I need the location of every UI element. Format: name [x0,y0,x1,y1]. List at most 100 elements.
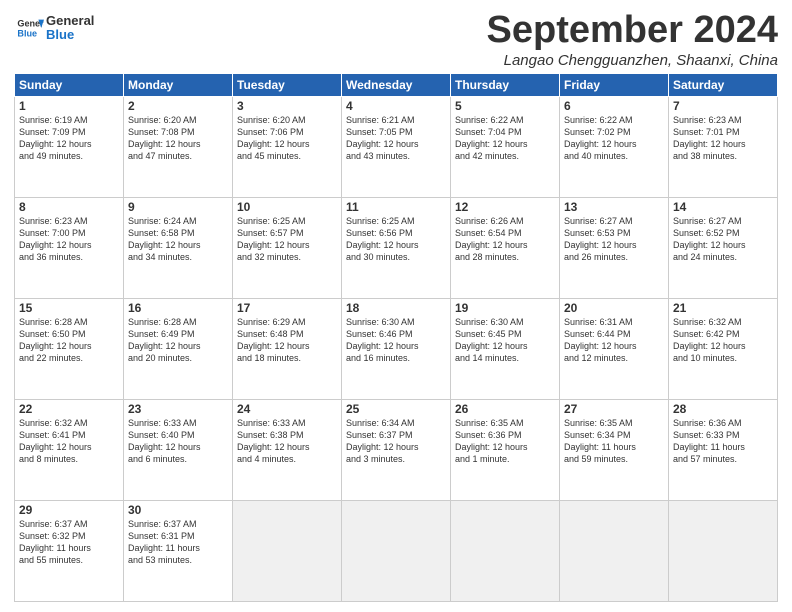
calendar-day-cell: 6Sunrise: 6:22 AM Sunset: 7:02 PM Daylig… [560,96,669,197]
logo-general: General [46,14,94,28]
day-number: 18 [346,301,446,315]
day-info: Sunrise: 6:31 AM Sunset: 6:44 PM Dayligh… [564,316,664,365]
weekday-header-cell: Tuesday [233,73,342,96]
weekday-header-cell: Thursday [451,73,560,96]
day-info: Sunrise: 6:23 AM Sunset: 7:00 PM Dayligh… [19,215,119,264]
logo-blue: Blue [46,28,94,42]
calendar-day-cell: 15Sunrise: 6:28 AM Sunset: 6:50 PM Dayli… [15,298,124,399]
day-info: Sunrise: 6:20 AM Sunset: 7:06 PM Dayligh… [237,114,337,163]
weekday-header-cell: Saturday [669,73,778,96]
day-number: 27 [564,402,664,416]
calendar-day-cell: 21Sunrise: 6:32 AM Sunset: 6:42 PM Dayli… [669,298,778,399]
calendar-day-cell: 1Sunrise: 6:19 AM Sunset: 7:09 PM Daylig… [15,96,124,197]
day-number: 29 [19,503,119,517]
day-info: Sunrise: 6:21 AM Sunset: 7:05 PM Dayligh… [346,114,446,163]
calendar-day-cell [342,500,451,601]
title-block: September 2024 Langao Chengguanzhen, Sha… [487,10,779,69]
day-info: Sunrise: 6:33 AM Sunset: 6:38 PM Dayligh… [237,417,337,466]
day-info: Sunrise: 6:33 AM Sunset: 6:40 PM Dayligh… [128,417,228,466]
day-number: 9 [128,200,228,214]
calendar-day-cell [669,500,778,601]
day-number: 20 [564,301,664,315]
calendar-day-cell: 17Sunrise: 6:29 AM Sunset: 6:48 PM Dayli… [233,298,342,399]
day-number: 16 [128,301,228,315]
calendar-day-cell: 20Sunrise: 6:31 AM Sunset: 6:44 PM Dayli… [560,298,669,399]
day-info: Sunrise: 6:29 AM Sunset: 6:48 PM Dayligh… [237,316,337,365]
day-number: 14 [673,200,773,214]
day-number: 13 [564,200,664,214]
day-info: Sunrise: 6:27 AM Sunset: 6:52 PM Dayligh… [673,215,773,264]
calendar-week-row: 1Sunrise: 6:19 AM Sunset: 7:09 PM Daylig… [15,96,778,197]
logo-icon: General Blue [16,14,44,42]
day-number: 30 [128,503,228,517]
day-number: 19 [455,301,555,315]
calendar-day-cell: 30Sunrise: 6:37 AM Sunset: 6:31 PM Dayli… [124,500,233,601]
day-number: 3 [237,99,337,113]
header: General Blue General Blue September 2024… [14,10,778,69]
day-info: Sunrise: 6:32 AM Sunset: 6:42 PM Dayligh… [673,316,773,365]
calendar-day-cell [560,500,669,601]
page: General Blue General Blue September 2024… [0,0,792,612]
day-number: 6 [564,99,664,113]
calendar-day-cell: 7Sunrise: 6:23 AM Sunset: 7:01 PM Daylig… [669,96,778,197]
weekday-header-cell: Sunday [15,73,124,96]
calendar-day-cell: 29Sunrise: 6:37 AM Sunset: 6:32 PM Dayli… [15,500,124,601]
calendar-day-cell: 22Sunrise: 6:32 AM Sunset: 6:41 PM Dayli… [15,399,124,500]
calendar-day-cell: 18Sunrise: 6:30 AM Sunset: 6:46 PM Dayli… [342,298,451,399]
day-info: Sunrise: 6:32 AM Sunset: 6:41 PM Dayligh… [19,417,119,466]
calendar-week-row: 8Sunrise: 6:23 AM Sunset: 7:00 PM Daylig… [15,197,778,298]
weekday-header-cell: Friday [560,73,669,96]
calendar-day-cell [233,500,342,601]
weekday-header-cell: Monday [124,73,233,96]
day-number: 8 [19,200,119,214]
calendar-day-cell: 27Sunrise: 6:35 AM Sunset: 6:34 PM Dayli… [560,399,669,500]
calendar-body: 1Sunrise: 6:19 AM Sunset: 7:09 PM Daylig… [15,96,778,601]
calendar-week-row: 22Sunrise: 6:32 AM Sunset: 6:41 PM Dayli… [15,399,778,500]
day-number: 22 [19,402,119,416]
calendar-day-cell: 3Sunrise: 6:20 AM Sunset: 7:06 PM Daylig… [233,96,342,197]
month-title: September 2024 [487,10,779,52]
day-info: Sunrise: 6:37 AM Sunset: 6:32 PM Dayligh… [19,518,119,567]
day-number: 15 [19,301,119,315]
location: Langao Chengguanzhen, Shaanxi, China [487,52,779,69]
day-number: 25 [346,402,446,416]
calendar-day-cell: 4Sunrise: 6:21 AM Sunset: 7:05 PM Daylig… [342,96,451,197]
day-info: Sunrise: 6:28 AM Sunset: 6:50 PM Dayligh… [19,316,119,365]
day-info: Sunrise: 6:28 AM Sunset: 6:49 PM Dayligh… [128,316,228,365]
day-number: 17 [237,301,337,315]
day-number: 24 [237,402,337,416]
weekday-header-cell: Wednesday [342,73,451,96]
calendar-day-cell [451,500,560,601]
calendar-day-cell: 11Sunrise: 6:25 AM Sunset: 6:56 PM Dayli… [342,197,451,298]
calendar-day-cell: 28Sunrise: 6:36 AM Sunset: 6:33 PM Dayli… [669,399,778,500]
calendar-day-cell: 19Sunrise: 6:30 AM Sunset: 6:45 PM Dayli… [451,298,560,399]
calendar-day-cell: 8Sunrise: 6:23 AM Sunset: 7:00 PM Daylig… [15,197,124,298]
day-info: Sunrise: 6:24 AM Sunset: 6:58 PM Dayligh… [128,215,228,264]
calendar-day-cell: 2Sunrise: 6:20 AM Sunset: 7:08 PM Daylig… [124,96,233,197]
calendar-day-cell: 26Sunrise: 6:35 AM Sunset: 6:36 PM Dayli… [451,399,560,500]
day-info: Sunrise: 6:19 AM Sunset: 7:09 PM Dayligh… [19,114,119,163]
calendar-week-row: 29Sunrise: 6:37 AM Sunset: 6:32 PM Dayli… [15,500,778,601]
day-info: Sunrise: 6:34 AM Sunset: 6:37 PM Dayligh… [346,417,446,466]
day-info: Sunrise: 6:20 AM Sunset: 7:08 PM Dayligh… [128,114,228,163]
day-info: Sunrise: 6:23 AM Sunset: 7:01 PM Dayligh… [673,114,773,163]
calendar-table: SundayMondayTuesdayWednesdayThursdayFrid… [14,73,778,602]
svg-text:Blue: Blue [17,29,37,39]
day-info: Sunrise: 6:30 AM Sunset: 6:46 PM Dayligh… [346,316,446,365]
day-info: Sunrise: 6:35 AM Sunset: 6:34 PM Dayligh… [564,417,664,466]
calendar-week-row: 15Sunrise: 6:28 AM Sunset: 6:50 PM Dayli… [15,298,778,399]
day-info: Sunrise: 6:25 AM Sunset: 6:56 PM Dayligh… [346,215,446,264]
weekday-header-row: SundayMondayTuesdayWednesdayThursdayFrid… [15,73,778,96]
calendar-day-cell: 9Sunrise: 6:24 AM Sunset: 6:58 PM Daylig… [124,197,233,298]
calendar-day-cell: 14Sunrise: 6:27 AM Sunset: 6:52 PM Dayli… [669,197,778,298]
day-info: Sunrise: 6:37 AM Sunset: 6:31 PM Dayligh… [128,518,228,567]
day-number: 23 [128,402,228,416]
calendar-day-cell: 24Sunrise: 6:33 AM Sunset: 6:38 PM Dayli… [233,399,342,500]
day-info: Sunrise: 6:35 AM Sunset: 6:36 PM Dayligh… [455,417,555,466]
day-info: Sunrise: 6:27 AM Sunset: 6:53 PM Dayligh… [564,215,664,264]
calendar-day-cell: 16Sunrise: 6:28 AM Sunset: 6:49 PM Dayli… [124,298,233,399]
day-info: Sunrise: 6:36 AM Sunset: 6:33 PM Dayligh… [673,417,773,466]
day-number: 11 [346,200,446,214]
calendar-day-cell: 25Sunrise: 6:34 AM Sunset: 6:37 PM Dayli… [342,399,451,500]
day-number: 12 [455,200,555,214]
